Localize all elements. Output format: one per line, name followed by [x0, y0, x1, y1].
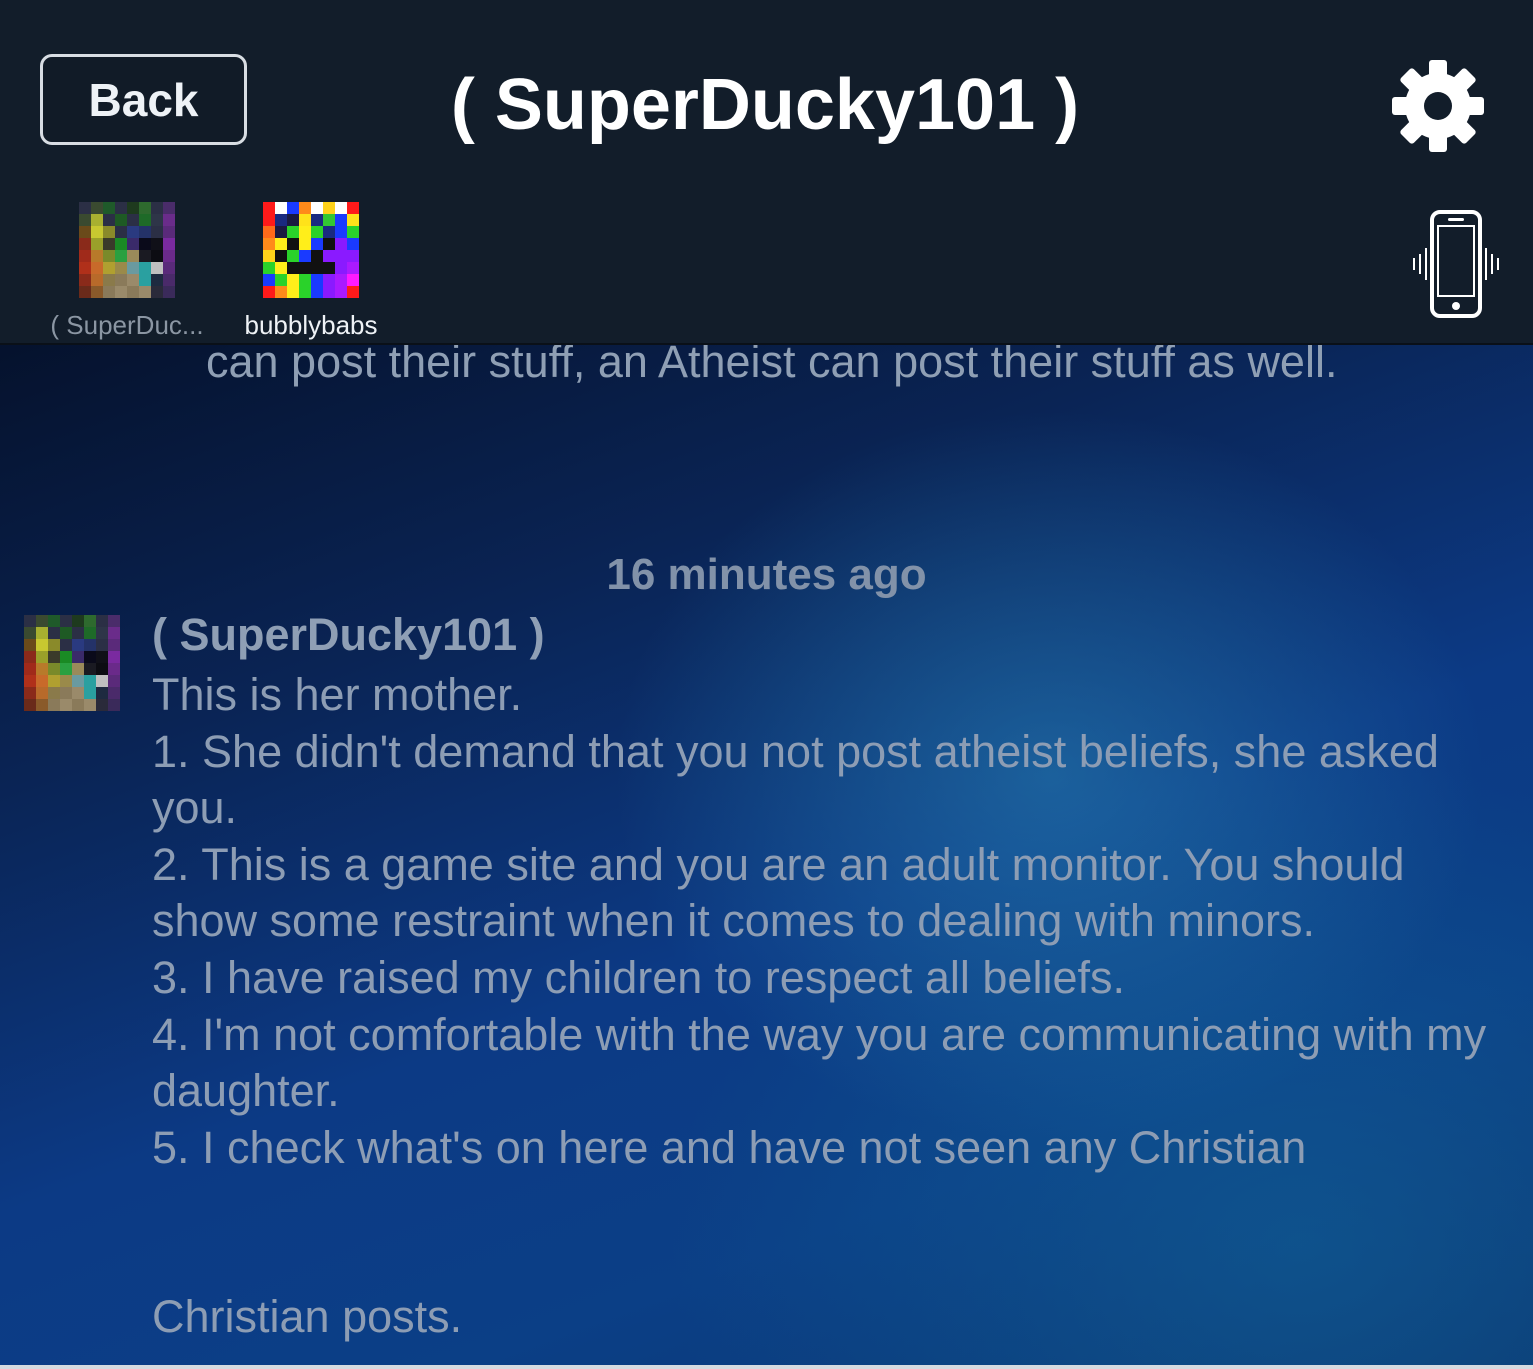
- message-line: 3. I have raised my children to respect …: [152, 951, 1125, 1003]
- previous-message-text: can post their stuff, an Atheist can pos…: [206, 345, 1338, 387]
- back-button[interactable]: Back: [40, 54, 247, 145]
- message-line: Christian posts.: [152, 1291, 463, 1343]
- participant-superducky[interactable]: ( SuperDuc...: [42, 202, 212, 341]
- gear-icon[interactable]: [1390, 58, 1486, 154]
- participant-name: ( SuperDuc...: [50, 310, 204, 340]
- message-line: 4. I'm not comfortable with the way you …: [152, 1008, 1487, 1117]
- message-line: This is her mother.: [152, 669, 523, 720]
- participant-bubblybabs[interactable]: bubblybabs: [226, 202, 396, 341]
- message-line: 2. This is a game site and you are an ad…: [152, 838, 1405, 947]
- message-sender: ( SuperDucky101 ): [152, 609, 545, 660]
- message-body: This is her mother. 1. She didn't demand…: [152, 667, 1512, 1346]
- avatar[interactable]: [24, 615, 120, 711]
- participant-name: bubblybabs: [244, 310, 378, 340]
- chat-title: ( SuperDucky101 ): [450, 65, 1080, 145]
- avatar: [263, 202, 359, 298]
- message-line: 5. I check what's on here and have not s…: [152, 1121, 1307, 1173]
- top-bar: Back ( SuperDucky101 ) ( SuperDuc... bub…: [0, 0, 1533, 345]
- chat-area[interactable]: can post their stuff, an Atheist can pos…: [0, 345, 1533, 1369]
- message-timestamp: 16 minutes ago: [606, 550, 927, 599]
- avatar: [79, 202, 175, 298]
- message-line: 1. She didn't demand that you not post a…: [152, 725, 1439, 834]
- phone-vibrate-icon[interactable]: [1404, 208, 1508, 320]
